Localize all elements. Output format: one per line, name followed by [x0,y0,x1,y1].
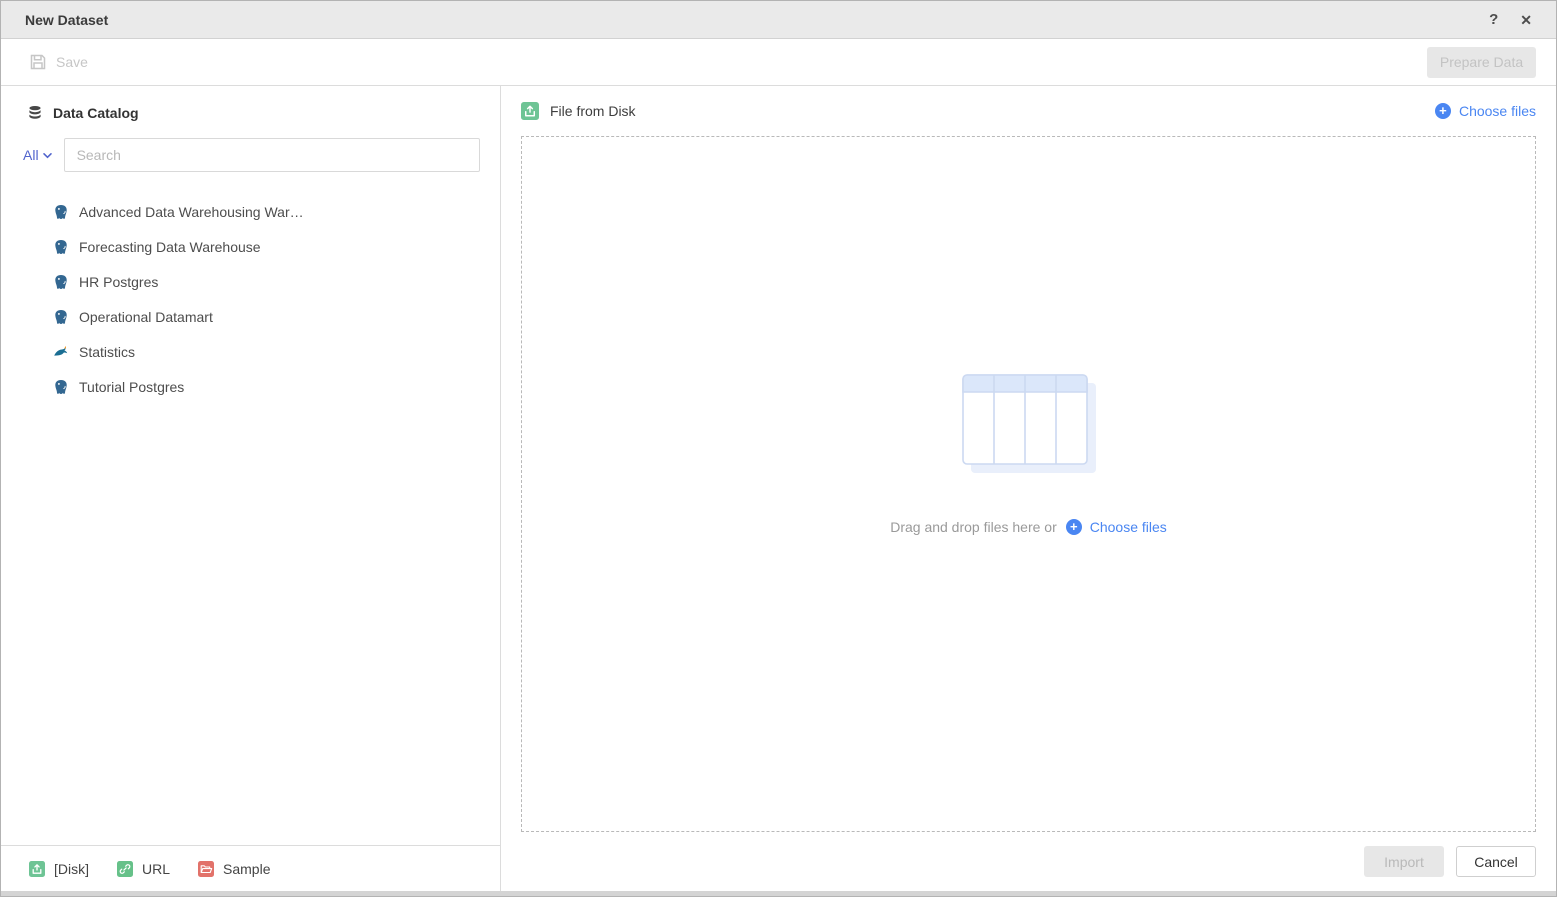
toolbar: Save Prepare Data [1,39,1556,86]
file-from-disk-icon [521,102,539,120]
list-item-connection[interactable]: Operational Datamart [1,299,500,334]
list-item-label: HR Postgres [79,274,158,290]
tab-url-label: URL [142,861,170,877]
list-item-label: Statistics [79,344,135,360]
table-illustration [962,374,1096,473]
save-label: Save [56,54,88,70]
save-icon [29,53,47,71]
dialog-footer: Import Cancel [521,832,1536,891]
plus-circle-icon: + [1435,103,1451,119]
data-catalog-panel: Data Catalog All Advanced Data Warehousi… [1,86,501,891]
catalog-list: Advanced Data Warehousing War… Forecasti… [1,180,500,845]
list-item-label: Tutorial Postgres [79,379,184,395]
filter-dropdown[interactable]: All [23,147,53,163]
filter-dropdown-label: All [23,147,39,163]
folder-icon [198,861,214,877]
tab-sample-label: Sample [223,861,270,877]
list-item-label: Operational Datamart [79,309,213,325]
search-row: All [1,121,500,180]
new-dataset-dialog: New Dataset ? ✕ Save Prepare Data [0,0,1557,897]
search-input[interactable] [64,138,480,172]
link-icon [117,861,133,877]
titlebar: New Dataset ? ✕ [1,1,1556,39]
list-item-connection[interactable]: HR Postgres [1,264,500,299]
postgres-icon [53,274,69,290]
source-type-tabs: [Disk] URL [1,845,500,891]
postgres-icon [53,204,69,220]
close-icon[interactable]: ✕ [1514,11,1538,29]
tab-disk[interactable]: [Disk] [29,861,89,877]
save-button[interactable]: Save [29,53,88,71]
dialog-title: New Dataset [25,12,108,28]
prepare-data-button[interactable]: Prepare Data [1427,47,1536,78]
list-item-label: Advanced Data Warehousing War… [79,204,304,220]
help-icon[interactable]: ? [1483,10,1504,29]
data-catalog-title: Data Catalog [53,105,139,121]
postgres-icon [53,379,69,395]
database-icon [27,105,43,121]
cancel-button[interactable]: Cancel [1456,846,1536,877]
file-from-disk-panel: File from Disk + Choose files [501,86,1556,891]
list-item-connection[interactable]: Tutorial Postgres [1,369,500,404]
tab-url[interactable]: URL [117,861,170,877]
main-header: File from Disk + Choose files [521,86,1536,136]
mysql-icon [53,344,69,360]
postgres-icon [53,239,69,255]
window-bottom-edge [1,891,1556,896]
import-button[interactable]: Import [1364,846,1444,877]
list-item-label: Forecasting Data Warehouse [79,239,261,255]
choose-files-top-label: Choose files [1459,103,1536,119]
choose-files-inline-label: Choose files [1090,519,1167,535]
data-catalog-header: Data Catalog [1,86,500,121]
tab-disk-label: [Disk] [54,861,89,877]
dropzone-hint-text: Drag and drop files here or [890,519,1057,535]
choose-files-link-top[interactable]: + Choose files [1435,103,1536,119]
list-item-connection[interactable]: Advanced Data Warehousing War… [1,194,500,229]
plus-circle-icon: + [1066,519,1082,535]
list-item-connection[interactable]: Forecasting Data Warehouse [1,229,500,264]
choose-files-link-inline[interactable]: + Choose files [1066,519,1167,535]
disk-upload-icon [29,861,45,877]
list-item-connection[interactable]: Statistics [1,334,500,369]
chevron-down-icon [42,150,53,161]
postgres-icon [53,309,69,325]
main-header-title: File from Disk [550,103,636,119]
tab-sample[interactable]: Sample [198,861,270,877]
file-dropzone[interactable]: Drag and drop files here or + Choose fil… [521,136,1536,832]
